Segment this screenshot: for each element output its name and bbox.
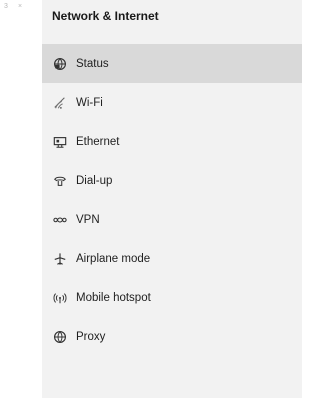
nav-item-mobile-hotspot[interactable]: Mobile hotspot <box>42 278 302 317</box>
nav-item-dial-up[interactable]: Dial-up <box>42 161 302 200</box>
window-left-edge: 3 × <box>0 0 42 398</box>
proxy-globe-icon <box>52 329 68 345</box>
nav-item-label: Dial-up <box>76 174 113 187</box>
nav-item-proxy[interactable]: Proxy <box>42 317 302 356</box>
nav-item-label: VPN <box>76 213 100 226</box>
nav-item-label: Airplane mode <box>76 252 151 265</box>
ethernet-icon <box>52 134 68 150</box>
wifi-icon <box>52 95 68 111</box>
nav-item-status[interactable]: Status <box>42 44 302 83</box>
nav-item-label: Proxy <box>76 330 106 343</box>
page-title: Network & Internet <box>52 9 159 23</box>
nav-item-wifi[interactable]: Wi-Fi <box>42 83 302 122</box>
window-control-mark: 3 <box>4 3 8 10</box>
vpn-icon <box>52 212 68 228</box>
nav-header: Network & Internet <box>42 0 302 40</box>
dial-up-icon <box>52 173 68 189</box>
nav-item-label: Status <box>76 57 109 70</box>
nav-item-ethernet[interactable]: Ethernet <box>42 122 302 161</box>
nav-item-airplane-mode[interactable]: Airplane mode <box>42 239 302 278</box>
airplane-icon <box>52 251 68 267</box>
nav-item-vpn[interactable]: VPN <box>42 200 302 239</box>
settings-nav-pane: Network & Internet Status Wi-Fi Ethernet… <box>42 0 302 398</box>
globe-status-icon <box>52 56 68 72</box>
mobile-hotspot-icon <box>52 290 68 306</box>
nav-item-label: Mobile hotspot <box>76 291 151 304</box>
nav-item-label: Wi-Fi <box>76 96 103 109</box>
nav-item-label: Ethernet <box>76 135 120 148</box>
window-control-mark-2: × <box>18 3 23 10</box>
